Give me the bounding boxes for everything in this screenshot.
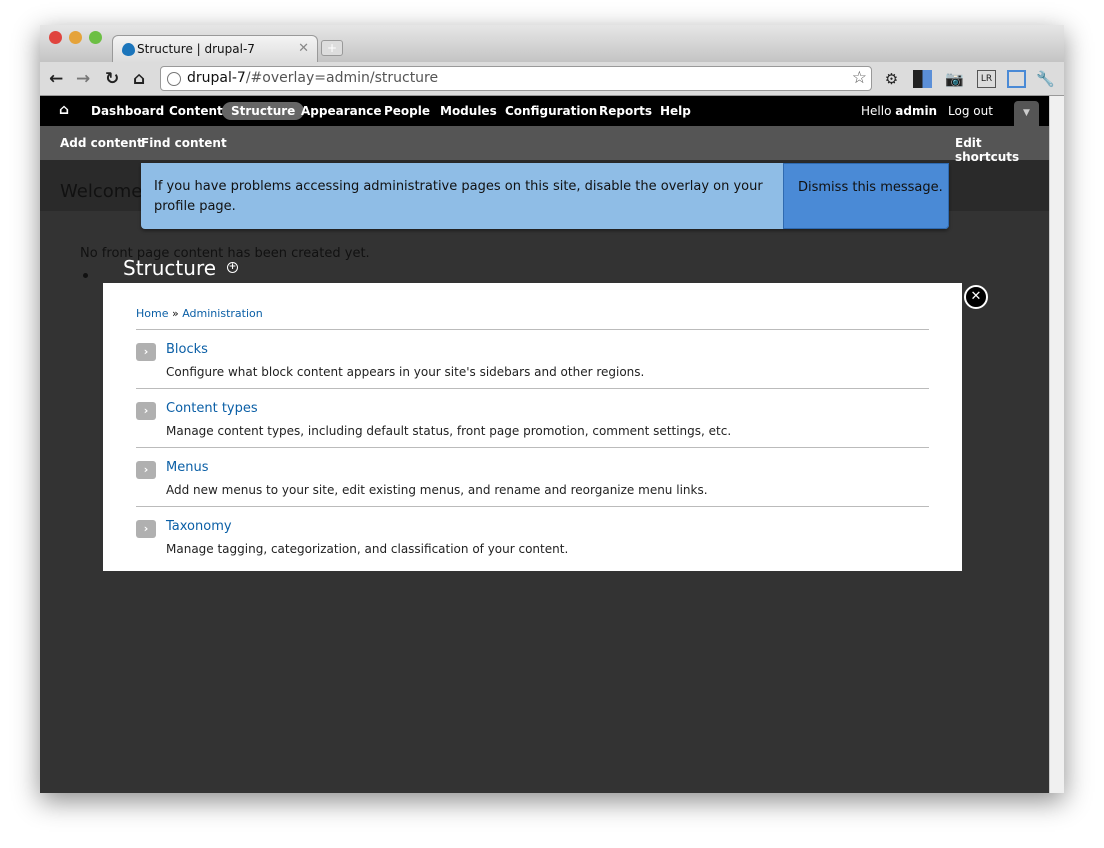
chevron-right-icon[interactable]: › — [136, 343, 156, 361]
tab-close-icon[interactable]: ✕ — [298, 41, 309, 56]
menus-link[interactable]: Menus — [166, 460, 208, 475]
close-window-button[interactable] — [49, 31, 62, 44]
url-path: /#overlay=admin/structure — [245, 70, 439, 86]
menu-configuration[interactable]: Configuration — [505, 104, 597, 118]
list-item: › Taxonomy Manage tagging, categorization,… — [136, 507, 929, 566]
chevron-right-icon[interactable]: › — [136, 461, 156, 479]
list-item: › Blocks Configure what block content appe… — [136, 330, 929, 389]
wrench-icon[interactable]: 🔧 — [1036, 70, 1055, 88]
page-content: Welcome No front page content has been c… — [40, 160, 1049, 793]
user-greeting[interactable]: Hello admin — [861, 104, 937, 118]
shortcuts-toggle-icon[interactable]: ▼ — [1014, 101, 1039, 126]
shortcut-find-content[interactable]: Find content — [141, 136, 227, 150]
menu-people[interactable]: People — [384, 104, 430, 118]
shortcuts-bar: Add content Find content Edit shortcuts — [40, 126, 1049, 164]
zoom-window-button[interactable] — [89, 31, 102, 44]
shortcut-add-content[interactable]: Add content — [60, 136, 143, 150]
address-bar[interactable]: drupal-7/#overlay=admin/structure ☆ — [160, 66, 872, 91]
tab-title: Structure | drupal-7 — [137, 42, 255, 56]
drupal-favicon-icon — [122, 43, 135, 56]
list-item: › Menus Add new menus to your site, edit e… — [136, 448, 929, 507]
scrollbar[interactable] — [1049, 96, 1064, 793]
edit-shortcuts-link[interactable]: Edit shortcuts — [955, 136, 1049, 164]
overlay-title: Structure — [123, 256, 217, 280]
url-host: drupal-7 — [187, 70, 246, 86]
menu-appearance[interactable]: Appearance — [301, 104, 382, 118]
extension-icon[interactable] — [913, 70, 932, 88]
dismiss-message-button[interactable]: Dismiss this message. — [783, 163, 949, 229]
browser-tab[interactable]: Structure | drupal-7 ✕ — [112, 35, 318, 63]
item-description: Manage content types, including default … — [166, 424, 732, 438]
item-description: Configure what block content appears in … — [166, 365, 645, 379]
home-icon[interactable]: ⌂ — [59, 102, 69, 118]
site-welcome: Welcome — [60, 181, 143, 202]
item-description: Add new menus to your site, edit existin… — [166, 483, 708, 497]
list-item: › Content types Manage content types, incl… — [136, 389, 929, 448]
forward-icon[interactable]: → — [76, 69, 90, 89]
back-icon[interactable]: ← — [49, 69, 63, 89]
admin-list: › Blocks Configure what block content appe… — [136, 329, 929, 566]
reload-icon[interactable]: ↻ — [105, 69, 119, 89]
globe-icon — [167, 72, 181, 86]
title-bar: Structure | drupal-7 ✕ + — [40, 25, 1064, 63]
taxonomy-link[interactable]: Taxonomy — [166, 519, 232, 534]
overlay-panel: Home » Administration › Blocks Configure w… — [103, 283, 962, 571]
blocks-link[interactable]: Blocks — [166, 342, 208, 357]
greeting-text: Hello — [861, 104, 892, 118]
breadcrumb: Home » Administration — [136, 307, 263, 320]
breadcrumb-home[interactable]: Home — [136, 307, 168, 320]
breadcrumb-separator: » — [171, 307, 179, 320]
breadcrumb-administration[interactable]: Administration — [182, 307, 263, 320]
chevron-right-icon[interactable]: › — [136, 402, 156, 420]
bullet — [83, 273, 88, 278]
bookmark-star-icon[interactable]: ☆ — [852, 68, 867, 88]
lr-extension-icon[interactable]: LR — [977, 70, 996, 88]
gear-extension-icon[interactable]: ⚙ — [882, 70, 901, 88]
admin-toolbar: ⌂ Dashboard Content Structure Appearance… — [40, 96, 1049, 126]
menu-dashboard[interactable]: Dashboard — [91, 104, 164, 118]
username: admin — [895, 104, 938, 118]
item-description: Manage tagging, categorization, and clas… — [166, 542, 569, 556]
menu-structure[interactable]: Structure — [222, 102, 305, 120]
home-icon[interactable]: ⌂ — [133, 69, 145, 89]
screen-capture-icon[interactable] — [1007, 70, 1026, 88]
menu-reports[interactable]: Reports — [599, 104, 652, 118]
menu-modules[interactable]: Modules — [440, 104, 497, 118]
browser-window: Structure | drupal-7 ✕ + ← → ↻ ⌂ drupal-… — [40, 25, 1064, 793]
new-tab-button[interactable]: + — [321, 40, 343, 56]
camera-icon[interactable]: 📷 — [945, 70, 964, 88]
menu-content[interactable]: Content — [169, 104, 223, 118]
content-types-link[interactable]: Content types — [166, 401, 258, 416]
logout-link[interactable]: Log out — [948, 104, 993, 118]
message-text: If you have problems accessing administr… — [154, 179, 763, 214]
menu-help[interactable]: Help — [660, 104, 691, 118]
overlay-message: If you have problems accessing administr… — [141, 163, 949, 229]
browser-toolbar: ← → ↻ ⌂ drupal-7/#overlay=admin/structur… — [40, 62, 1064, 96]
minimize-window-button[interactable] — [69, 31, 82, 44]
chevron-right-icon[interactable]: › — [136, 520, 156, 538]
overlay-close-icon[interactable]: ✕ — [964, 285, 988, 309]
add-shortcut-icon[interactable]: + — [227, 262, 238, 273]
